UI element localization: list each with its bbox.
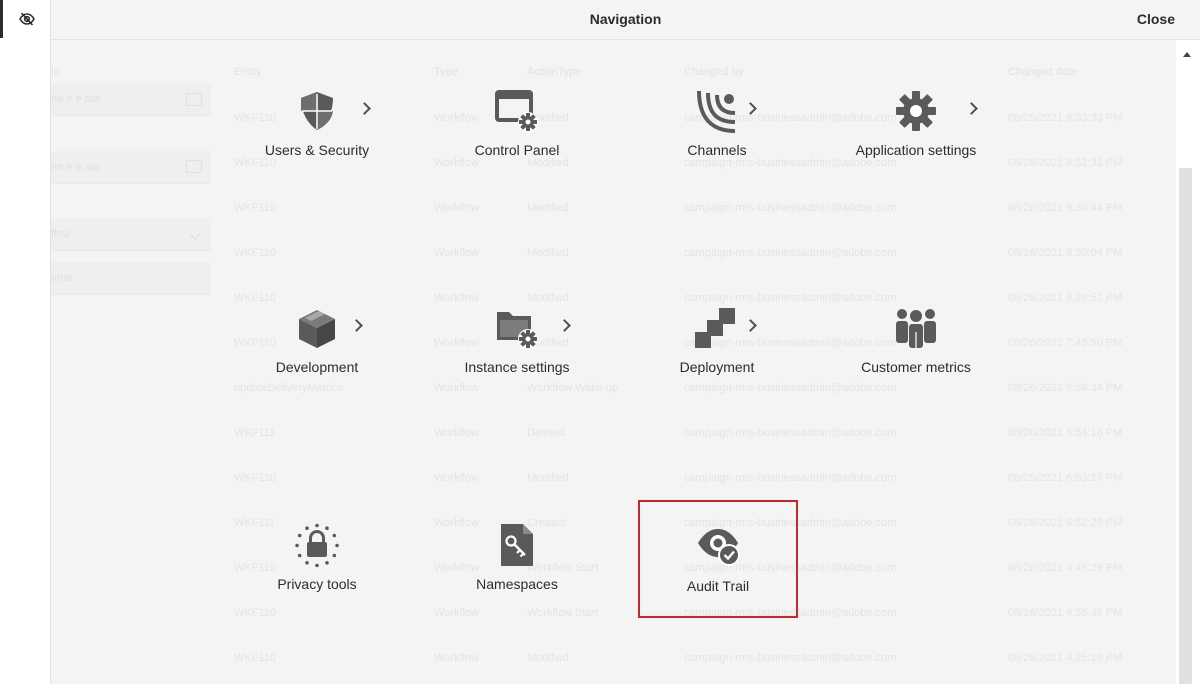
tile-channels[interactable]: Channels bbox=[637, 57, 797, 175]
column-header: Changed date bbox=[1008, 66, 1078, 78]
table-cell: Workflow bbox=[434, 247, 480, 259]
rail-visibility-button[interactable] bbox=[0, 0, 50, 38]
table-cell: Modified bbox=[527, 247, 569, 259]
eye-check-icon bbox=[696, 523, 740, 567]
table-cell: WKF110 bbox=[234, 202, 276, 214]
chevron-right-icon bbox=[965, 102, 978, 115]
scrollbar-thumb[interactable] bbox=[1179, 168, 1192, 684]
tile-application-settings[interactable]: Application settings bbox=[836, 57, 996, 175]
calendar-icon bbox=[186, 160, 202, 173]
table-cell: campaign-rms-businessadmin@adobe.com bbox=[684, 427, 897, 439]
table-cell: 08/26/2021 8:30:04 PM bbox=[1008, 247, 1123, 259]
tile-label: Application settings bbox=[855, 142, 977, 158]
table-cell: campaign-rms-businessadmin@adobe.com bbox=[684, 652, 897, 664]
scroll-up-arrow-icon[interactable] bbox=[1183, 52, 1191, 57]
table-cell: Workflow bbox=[434, 427, 480, 439]
folder-gear-icon bbox=[495, 306, 539, 350]
table-cell: Modified bbox=[527, 652, 569, 664]
table-cell: 08/26/2021 8:30:44 PM bbox=[1008, 202, 1123, 214]
filter-input: ame bbox=[51, 262, 211, 295]
table-cell: Workflow bbox=[434, 652, 480, 664]
tile-control-panel[interactable]: Control Panel bbox=[437, 57, 597, 175]
filter-select-text: flow bbox=[51, 228, 71, 240]
control-panel-icon bbox=[495, 89, 539, 133]
gear-icon bbox=[894, 89, 938, 133]
users-group-icon bbox=[894, 306, 938, 350]
table-row: WKF110 Workflow Modified campaign-rms-busin… bbox=[224, 652, 1176, 684]
table-cell: WKF110 bbox=[234, 247, 276, 259]
tile-instance-settings[interactable]: Instance settings bbox=[437, 274, 597, 392]
table-cell: Deleted bbox=[527, 427, 565, 439]
tile-label: Development bbox=[275, 359, 359, 375]
tile-privacy-tools[interactable]: Privacy tools bbox=[237, 491, 397, 609]
tile-label: Deployment bbox=[679, 359, 755, 375]
table-cell: Modified bbox=[527, 472, 569, 484]
document-key-icon bbox=[495, 523, 539, 567]
table-cell: Workflow bbox=[434, 202, 480, 214]
tile-label: Namespaces bbox=[476, 576, 558, 592]
table-cell: Modified bbox=[527, 202, 569, 214]
table-cell: WKF110 bbox=[234, 472, 276, 484]
left-rail bbox=[0, 0, 51, 684]
calendar-icon bbox=[186, 93, 202, 106]
deployment-icon bbox=[695, 306, 739, 350]
tile-label: Instance settings bbox=[464, 359, 570, 375]
table-cell: WKF111 bbox=[234, 427, 276, 439]
tile-customer-metrics[interactable]: Customer metrics bbox=[836, 274, 996, 392]
shield-icon bbox=[295, 89, 339, 133]
table-cell: 08/26/2021 6:58:34 PM bbox=[1008, 382, 1123, 394]
table-cell: 08/26/2021 4:45:29 PM bbox=[1008, 562, 1123, 574]
filter-input-text: ne e e ate bbox=[51, 93, 100, 105]
tile-label: Channels bbox=[687, 142, 747, 158]
table-row: WKF111 Workflow Deleted campaign-rms-busine… bbox=[224, 427, 1176, 472]
tile-label: Control Panel bbox=[474, 142, 560, 158]
table-cell: 08/26/2021 8:33:33 PM bbox=[1008, 112, 1123, 124]
chevron-right-icon bbox=[744, 319, 757, 332]
filter-input-text: ame bbox=[51, 272, 73, 284]
table-cell: 08/26/2021 8:32:31 PM bbox=[1008, 157, 1123, 169]
navigation-title: Navigation bbox=[589, 11, 662, 27]
table-cell: campaign-rms-businessadmin@adobe.com bbox=[684, 247, 897, 259]
table-cell: 08/26/2021 8:29:51 PM bbox=[1008, 292, 1123, 304]
tile-users-security[interactable]: Users & Security bbox=[237, 57, 397, 175]
chevron-right-icon bbox=[558, 319, 571, 332]
table-cell: 08/26/2021 6:54:16 PM bbox=[1008, 427, 1123, 439]
chevron-right-icon bbox=[350, 319, 363, 332]
tile-label: Customer metrics bbox=[861, 359, 971, 375]
table-cell: WKF110 bbox=[234, 652, 276, 664]
navigation-header: Navigation Close bbox=[51, 0, 1200, 40]
eye-off-icon bbox=[18, 12, 35, 26]
table-cell: campaign-rms-businessadmin@adobe.com bbox=[684, 202, 897, 214]
cubes-icon bbox=[295, 306, 339, 350]
table-cell: 08/26/2021 4:35:45 PM bbox=[1008, 607, 1123, 619]
scrollbar[interactable] bbox=[1176, 40, 1200, 684]
table-cell: 08/26/2021 7:43:50 PM bbox=[1008, 337, 1123, 349]
tile-label: Privacy tools bbox=[277, 576, 357, 592]
filter-label: le bbox=[51, 66, 60, 78]
filter-select: flow bbox=[51, 218, 211, 251]
table-row: WKF110 Workflow Modified campaign-rms-busin… bbox=[224, 202, 1176, 247]
tile-development[interactable]: Development bbox=[237, 274, 397, 392]
tile-label: Audit Trail bbox=[686, 578, 750, 594]
tile-audit-trail[interactable]: Audit Trail bbox=[638, 500, 798, 618]
tile-deployment[interactable]: Deployment bbox=[637, 274, 797, 392]
broadcast-icon bbox=[695, 89, 739, 133]
tile-namespaces[interactable]: Namespaces bbox=[437, 491, 597, 609]
privacy-lock-icon bbox=[295, 523, 339, 567]
filter-input-text: ne e e ate bbox=[51, 161, 100, 173]
table-cell: campaign-rms-businessadmin@adobe.com bbox=[684, 472, 897, 484]
table-cell: 08/26/2021 4:25:19 PM bbox=[1008, 652, 1123, 664]
table-cell: Workflow bbox=[434, 472, 480, 484]
chevron-right-icon bbox=[744, 102, 757, 115]
table-cell: 08/26/2021 6:53:17 PM bbox=[1008, 472, 1123, 484]
chevron-right-icon bbox=[358, 102, 371, 115]
table-cell: 08/26/2021 6:52:25 PM bbox=[1008, 517, 1123, 529]
tile-label: Users & Security bbox=[264, 142, 370, 158]
background-filters: le ne e e ate ne e e ate flow ame bbox=[51, 40, 211, 684]
close-button[interactable]: Close bbox=[1137, 11, 1175, 27]
